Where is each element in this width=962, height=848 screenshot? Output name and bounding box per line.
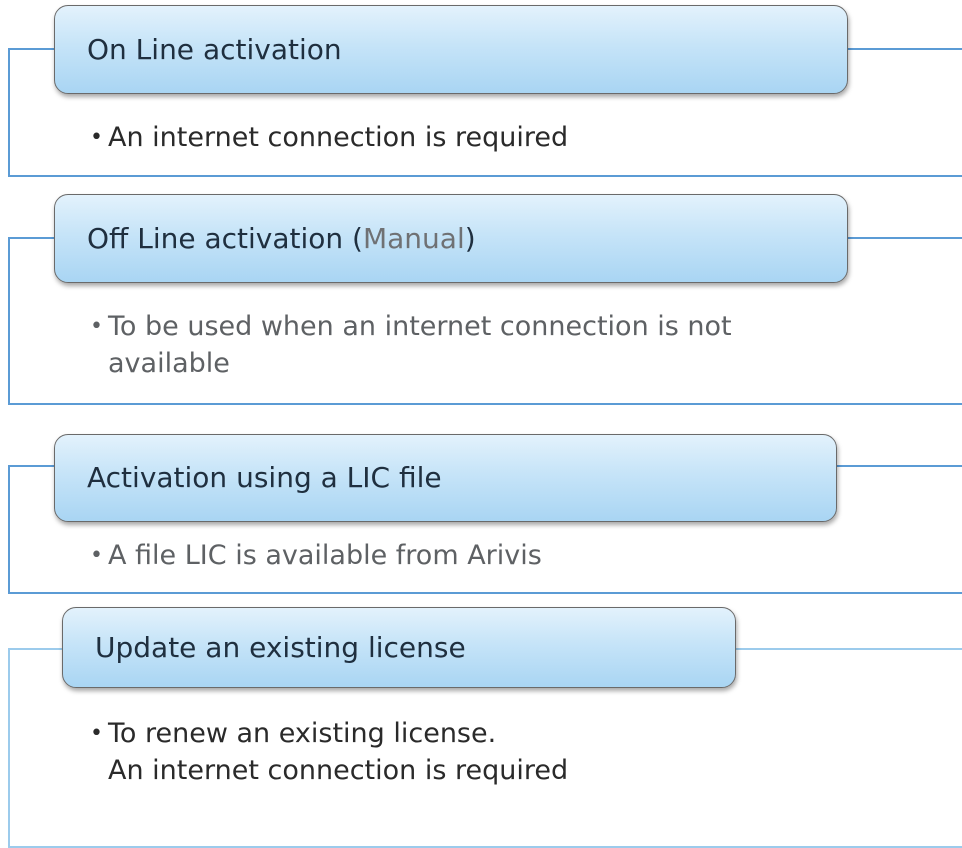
bullet-item: • A file LIC is available from Arivis xyxy=(90,537,542,574)
bullet-text: A file LIC is available from Arivis xyxy=(108,540,542,571)
header-title-end: ) xyxy=(464,221,476,255)
bullet-text: To be used when an internet connection i… xyxy=(108,308,732,382)
header-title: Activation using a LIC file xyxy=(87,461,442,494)
bullet-line-1: To be used when an internet connection i… xyxy=(108,311,732,342)
bullet-text: An internet connection is required xyxy=(108,122,569,153)
bullet-line-1: To renew an existing license. xyxy=(108,718,497,749)
header-title-main: Off Line activation ( xyxy=(87,221,363,255)
header-online-activation: On Line activation xyxy=(54,5,848,94)
bullet-icon: • xyxy=(90,125,103,150)
bullet-item: • An internet connection is required xyxy=(90,119,568,156)
bullet-item: • To renew an existing license. An inter… xyxy=(90,715,568,789)
bullet-text: To renew an existing license. An interne… xyxy=(108,715,568,789)
bullet-item: • To be used when an internet connection… xyxy=(90,308,890,382)
bullet-icon: • xyxy=(90,543,103,568)
header-title: Off Line activation (Manual) xyxy=(87,221,476,255)
header-title: On Line activation xyxy=(87,32,342,66)
bullet-icon: • xyxy=(90,314,103,339)
header-update-license: Update an existing license xyxy=(62,607,736,688)
header-title: Update an existing license xyxy=(95,630,466,664)
bullet-line-2: An internet connection is required xyxy=(108,755,569,786)
header-offline-activation: Off Line activation (Manual) xyxy=(54,194,848,283)
header-lic-file-activation: Activation using a LIC file xyxy=(54,434,837,522)
bullet-icon: • xyxy=(90,721,103,746)
header-title-accent: Manual xyxy=(362,221,465,255)
bullet-line-2: available xyxy=(108,348,230,379)
